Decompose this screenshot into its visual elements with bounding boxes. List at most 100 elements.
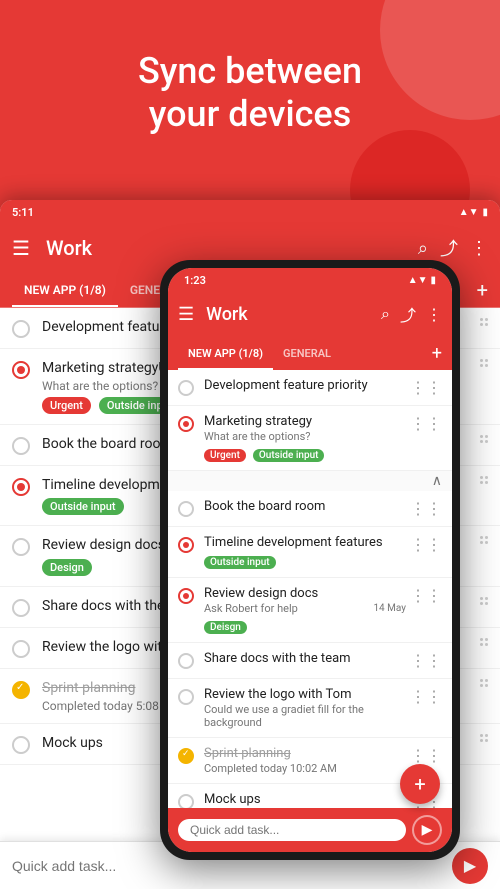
phone-app-icons: ⌕ ⤴ ⋮ xyxy=(381,302,442,326)
phone-menu-icon[interactable]: ☰ xyxy=(178,304,194,325)
list-item[interactable]: Book the board room ⋮⋮ xyxy=(168,491,452,527)
hero-circle-bottom xyxy=(350,130,470,210)
phone-section-collapse[interactable]: ∧ xyxy=(168,471,452,491)
phone-task-content-7: Review the logo with Tom Could we use a … xyxy=(204,687,406,729)
phone-task-content-5: Review design docs Ask Robert for help 1… xyxy=(204,586,406,634)
drag-handle[interactable] xyxy=(480,536,488,544)
phone-task-radio-5[interactable] xyxy=(178,588,194,604)
phone-task-subtitle-8: Completed today 10:02 AM xyxy=(204,762,406,775)
list-item[interactable]: Development feature priority ⋮⋮ xyxy=(168,370,452,406)
phone-tab-add-button[interactable]: + xyxy=(432,343,442,364)
phone-app-title: Work xyxy=(206,304,381,325)
task-radio-6[interactable] xyxy=(12,599,30,617)
phone-badge-design: Deisgn xyxy=(204,621,247,634)
phone-tab-new-app[interactable]: NEW APP (1/8) xyxy=(178,336,273,370)
phone-task-title-1: Development feature priority xyxy=(204,378,406,393)
list-item[interactable]: Marketing strategy What are the options?… xyxy=(168,406,452,471)
phone-drag-handle-4[interactable]: ⋮⋮ xyxy=(410,535,442,554)
drag-handle[interactable] xyxy=(480,476,488,484)
phone-drag-handle-5[interactable]: ⋮⋮ xyxy=(410,586,442,605)
phone-task-title-9: Mock ups xyxy=(204,792,406,807)
phone-battery-icon: ▮ xyxy=(430,275,436,286)
menu-icon[interactable]: ☰ xyxy=(12,236,30,260)
phone-task-title-7: Review the logo with Tom xyxy=(204,687,406,702)
phone-task-radio-6[interactable] xyxy=(178,653,194,669)
badge-outside-input-2: Outside input xyxy=(42,498,124,515)
drag-handle[interactable] xyxy=(480,597,488,605)
phone-more-icon[interactable]: ⋮ xyxy=(426,305,442,324)
phone-drag-handle-2[interactable]: ⋮⋮ xyxy=(410,414,442,433)
task-radio-7[interactable] xyxy=(12,640,30,658)
phone-drag-handle-3[interactable]: ⋮⋮ xyxy=(410,499,442,518)
task-radio-9[interactable] xyxy=(12,736,30,754)
phone-task-radio-8[interactable] xyxy=(178,748,194,764)
phone-task-radio-2[interactable] xyxy=(178,416,194,432)
wifi-icon: ▲▼ xyxy=(459,207,479,218)
phone-status-bar: 1:23 ▲▼ ▮ xyxy=(168,268,452,292)
phone-time: 1:23 xyxy=(184,274,206,287)
phone-task-content-9: Mock ups xyxy=(204,792,406,807)
list-item[interactable]: Review the logo with Tom Could we use a … xyxy=(168,679,452,738)
list-item[interactable]: Share docs with the team ⋮⋮ xyxy=(168,643,452,679)
search-icon[interactable]: ⌕ xyxy=(418,238,428,259)
phone-drag-handle-7[interactable]: ⋮⋮ xyxy=(410,687,442,706)
phone-badge-outside-2: Outside input xyxy=(204,556,276,569)
drag-handle[interactable] xyxy=(480,359,488,367)
quick-add-send-button[interactable]: ▶ xyxy=(452,848,488,884)
phone-task-content-3: Book the board room xyxy=(204,499,406,514)
phone-drag-handle-6[interactable]: ⋮⋮ xyxy=(410,651,442,670)
phone-quick-add-input[interactable] xyxy=(178,819,406,841)
phone-task-content-8: Sprint planning Completed today 10:02 AM xyxy=(204,746,406,775)
task-radio-3[interactable] xyxy=(12,437,30,455)
phone-task-subtitle-2: What are the options? xyxy=(204,430,406,443)
phone-search-icon[interactable]: ⌕ xyxy=(381,304,390,324)
phone-task-subtitle-5: Ask Robert for help xyxy=(204,602,298,615)
task-radio-5[interactable] xyxy=(12,538,30,556)
collapse-icon[interactable]: ∧ xyxy=(432,473,442,489)
phone-task-content-2: Marketing strategy What are the options?… xyxy=(204,414,406,462)
phone-fab-button[interactable]: + xyxy=(400,764,440,804)
task-date-5: 14 May xyxy=(373,603,406,614)
hero-section: Sync between your devices xyxy=(0,0,500,210)
phone-task-title-6: Share docs with the team xyxy=(204,651,406,666)
list-item[interactable]: Review design docs Ask Robert for help 1… xyxy=(168,578,452,643)
share-icon[interactable]: ⤴ xyxy=(440,235,458,261)
badge-urgent: Urgent xyxy=(42,397,91,414)
drag-handle[interactable] xyxy=(480,679,488,687)
phone-drag-handle-1[interactable]: ⋮⋮ xyxy=(410,378,442,397)
drag-handle[interactable] xyxy=(480,435,488,443)
phone-share-icon[interactable]: ⤴ xyxy=(400,302,416,326)
drag-handle[interactable] xyxy=(480,734,488,742)
phone-badge-urgent: Urgent xyxy=(204,449,246,462)
phone-screen: 1:23 ▲▼ ▮ ☰ Work ⌕ ⤴ ⋮ NEW APP (1/8) GEN… xyxy=(168,268,452,852)
app-title: Work xyxy=(46,236,418,260)
drag-handle[interactable] xyxy=(480,318,488,326)
tab-new-app[interactable]: NEW APP (1/8) xyxy=(12,272,118,307)
list-item[interactable]: Timeline development features Outside in… xyxy=(168,527,452,578)
phone-task-radio-7[interactable] xyxy=(178,689,194,705)
phone-quick-add-bar: ▶ xyxy=(168,808,452,852)
task-radio-8[interactable] xyxy=(12,681,30,699)
tab-add-button[interactable]: + xyxy=(477,278,488,302)
drag-handle[interactable] xyxy=(480,638,488,646)
phone-task-radio-3[interactable] xyxy=(178,501,194,517)
phone-task-radio-4[interactable] xyxy=(178,537,194,553)
phone-task-radio-9[interactable] xyxy=(178,794,194,808)
tablet-time: 5:11 xyxy=(12,206,34,219)
phone-task-title-5: Review design docs xyxy=(204,586,406,601)
tablet-status-bar: 5:11 ▲▼ ▮ xyxy=(0,200,500,224)
more-icon[interactable]: ⋮ xyxy=(470,238,488,259)
phone-tab-general[interactable]: GENERAL xyxy=(273,336,341,370)
phone-task-title-4: Timeline development features xyxy=(204,535,406,550)
phone-task-title-8: Sprint planning xyxy=(204,746,406,761)
task-radio-1[interactable] xyxy=(12,320,30,338)
badge-design: Design xyxy=(42,559,92,576)
phone-status-icons: ▲▼ ▮ xyxy=(408,275,436,286)
phone-tabs: NEW APP (1/8) GENERAL + xyxy=(168,336,452,370)
phone-drag-handle-8[interactable]: ⋮⋮ xyxy=(410,746,442,765)
phone-task-radio-1[interactable] xyxy=(178,380,194,396)
task-radio-2[interactable] xyxy=(12,361,30,379)
task-radio-4[interactable] xyxy=(12,478,30,496)
phone-task-content-6: Share docs with the team xyxy=(204,651,406,666)
phone-quick-add-send[interactable]: ▶ xyxy=(412,815,442,845)
